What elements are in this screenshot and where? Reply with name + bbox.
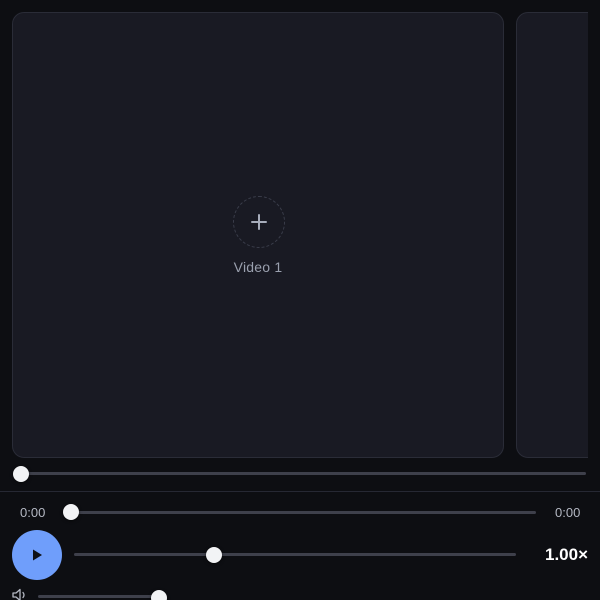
divider [0, 491, 600, 492]
video-slot-2[interactable] [516, 12, 588, 458]
speed-label: 1.00× [544, 545, 588, 564]
play-icon [33, 549, 42, 561]
duration-time: 0:00 [555, 505, 581, 520]
timeline-track[interactable] [71, 511, 536, 514]
strip-scrubber-handle[interactable] [13, 466, 29, 482]
plus-icon [251, 214, 267, 230]
speed-slider-track[interactable] [74, 553, 516, 556]
video-slot-strip[interactable]: Video 1 [0, 0, 588, 462]
add-video-button[interactable] [233, 196, 285, 248]
video-slot-label: Video 1 [233, 259, 283, 275]
strip-scrubber-track[interactable] [21, 472, 586, 475]
speaker-icon[interactable] [12, 588, 30, 600]
volume-slider-track[interactable] [38, 595, 160, 598]
volume-slider-handle[interactable] [151, 590, 167, 600]
video-compare-app: Video 1 0:00 0:00 1.00× [0, 0, 600, 600]
timeline-handle[interactable] [63, 504, 79, 520]
video-slot-1[interactable]: Video 1 [12, 12, 504, 458]
play-button[interactable] [12, 530, 62, 580]
current-time: 0:00 [20, 505, 46, 520]
speed-slider-handle[interactable] [206, 547, 222, 563]
